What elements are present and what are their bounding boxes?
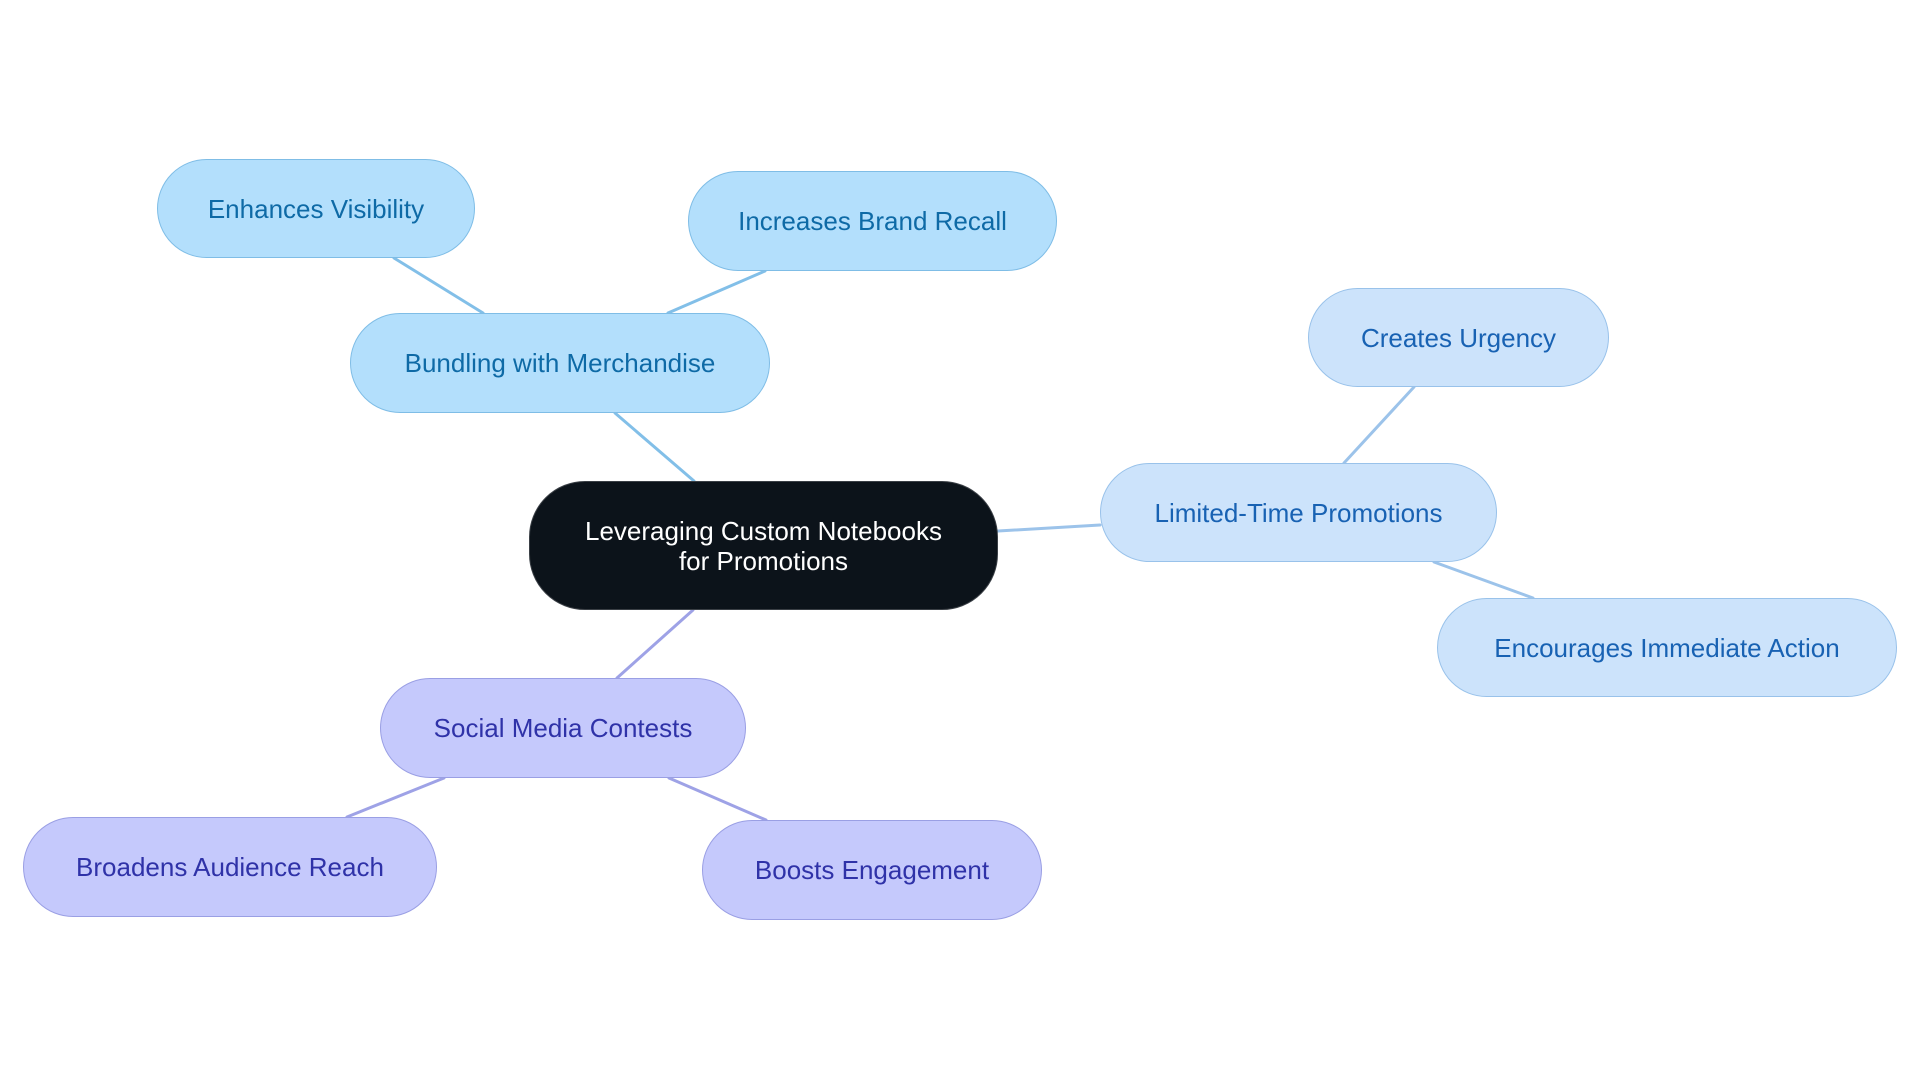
leaf-node-label: Creates Urgency xyxy=(1360,322,1557,353)
root-node[interactable]: Leveraging Custom Notebooks for Promotio… xyxy=(529,481,998,610)
branch-node-limited-time-label: Limited-Time Promotions xyxy=(1154,497,1443,528)
leaf-node-label: Enhances Visibility xyxy=(207,193,425,224)
leaf-node-enhances-visibility[interactable]: Enhances Visibility xyxy=(157,159,475,258)
edge-limited-action xyxy=(1432,560,1535,600)
edge-social-reach xyxy=(345,776,446,819)
edge-bundling-recall xyxy=(666,269,767,315)
mind-map-canvas: Leveraging Custom Notebooks for Promotio… xyxy=(0,0,1920,1083)
edge-root-social xyxy=(615,608,695,680)
branch-node-bundling[interactable]: Bundling with Merchandise xyxy=(350,313,770,413)
branch-node-social-media-label: Social Media Contests xyxy=(433,713,693,743)
leaf-node-label: Broadens Audience Reach xyxy=(76,852,384,882)
edge-social-engagement xyxy=(667,776,768,822)
leaf-node-creates-urgency[interactable]: Creates Urgency xyxy=(1308,288,1609,387)
root-label-line-1: Leveraging Custom Notebooks xyxy=(585,515,942,546)
leaf-node-increases-brand-recall[interactable]: Increases Brand Recall xyxy=(688,171,1057,271)
edge-root-limited xyxy=(996,523,1102,533)
leaf-node-label: Increases Brand Recall xyxy=(738,206,1007,236)
root-label-line-2: for Promotions xyxy=(678,545,849,576)
branch-node-social-media[interactable]: Social Media Contests xyxy=(380,678,746,778)
root-node-label: Leveraging Custom Notebooks for Promotio… xyxy=(585,516,942,576)
branch-node-limited-time[interactable]: Limited-Time Promotions xyxy=(1100,463,1497,562)
leaf-node-boosts-engagement[interactable]: Boosts Engagement xyxy=(702,820,1042,920)
leaf-node-broadens-audience-reach[interactable]: Broadens Audience Reach xyxy=(23,817,437,917)
leaf-node-label: Encourages Immediate Action xyxy=(1494,632,1840,663)
leaf-node-encourages-immediate-action[interactable]: Encourages Immediate Action xyxy=(1437,598,1897,697)
leaf-node-label: Boosts Engagement xyxy=(754,855,990,885)
edge-bundling-visibility xyxy=(392,256,485,315)
edge-limited-urgency xyxy=(1342,385,1416,465)
branch-node-bundling-label: Bundling with Merchandise xyxy=(404,348,716,378)
edge-root-bundling xyxy=(613,411,696,483)
